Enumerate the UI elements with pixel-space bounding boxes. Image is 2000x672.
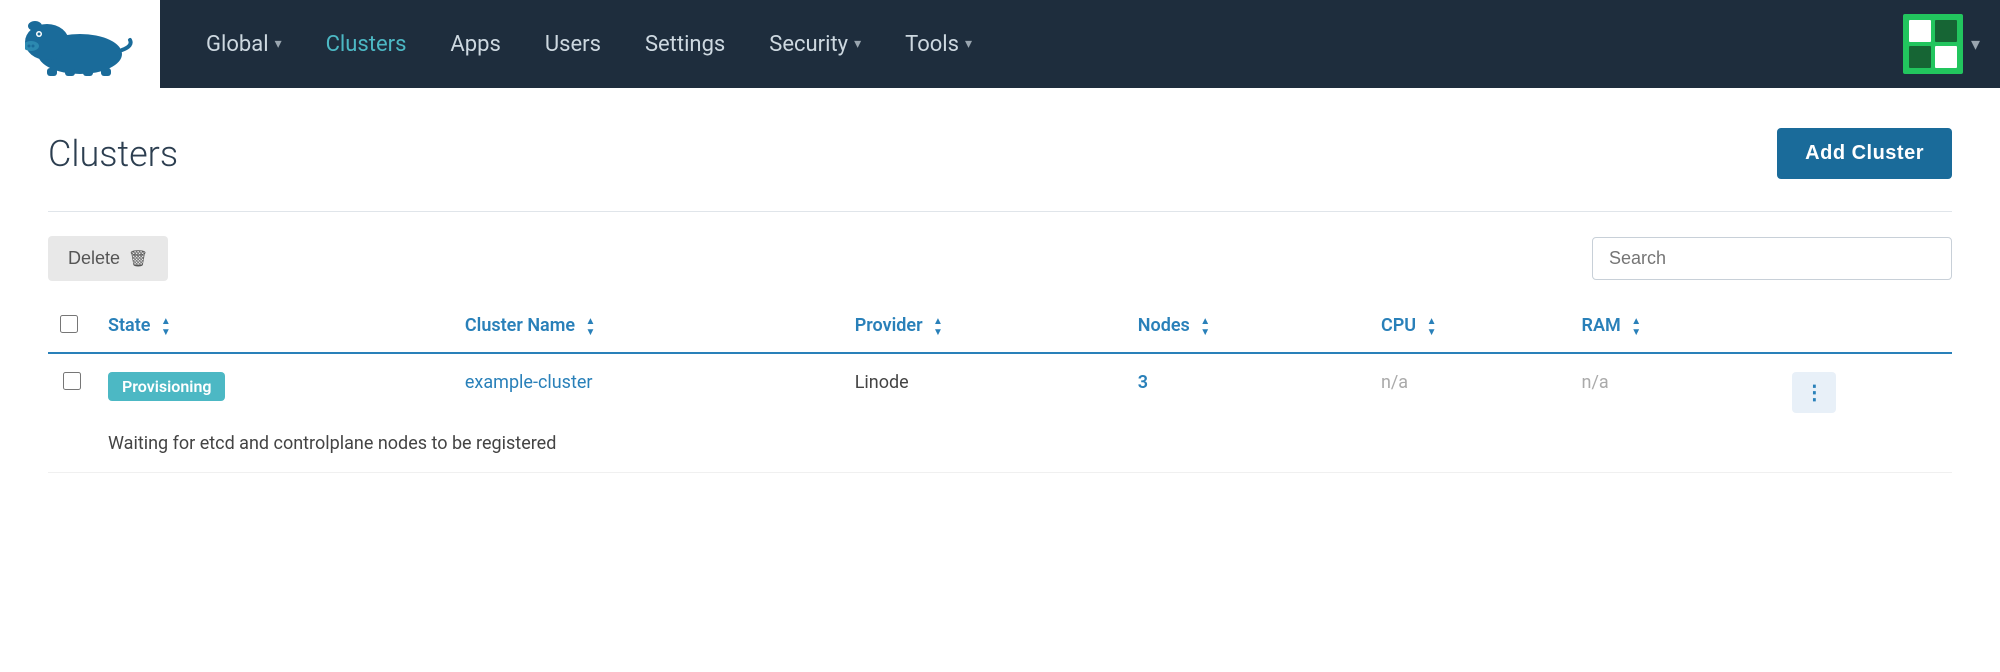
search-input[interactable] (1592, 237, 1952, 280)
nav-right: ▾ (1903, 14, 2000, 74)
global-chevron-icon: ▾ (275, 36, 282, 52)
nav-item-settings[interactable]: Settings (623, 0, 747, 88)
row-nodes-cell: 3 (1126, 353, 1369, 431)
col-header-cpu[interactable]: CPU ▲▼ (1369, 301, 1570, 353)
cluster-name-sort-icon: ▲▼ (586, 316, 596, 338)
col-header-ram[interactable]: RAM ▲▼ (1570, 301, 1781, 353)
security-chevron-icon: ▾ (854, 36, 861, 52)
ram-sort-icon: ▲▼ (1631, 316, 1641, 338)
trash-icon: 🗑 (128, 249, 148, 269)
nav-item-apps[interactable]: Apps (428, 0, 522, 88)
state-sort-icon: ▲▼ (161, 316, 171, 338)
table-row-message: Waiting for etcd and controlplane nodes … (48, 431, 1952, 473)
row-state-cell: Provisioning (96, 353, 453, 431)
status-badge: Provisioning (108, 372, 225, 401)
app-switcher-chevron-icon[interactable]: ▾ (1971, 34, 1980, 55)
row-cluster-name-cell: example-cluster (453, 353, 843, 431)
header-divider (48, 211, 1952, 212)
cluster-table: State ▲▼ Cluster Name ▲▼ Provider ▲▼ (48, 301, 1952, 473)
select-all-header[interactable] (48, 301, 96, 353)
row-action-button[interactable]: ⋮ (1792, 372, 1836, 413)
row-checkbox-cell[interactable] (48, 353, 96, 431)
col-header-provider[interactable]: Provider ▲▼ (843, 301, 1126, 353)
nodes-sort-icon: ▲▼ (1200, 316, 1210, 338)
page-title: Clusters (48, 133, 178, 175)
row-provider-cell: Linode (843, 353, 1126, 431)
toolbar: Delete 🗑 (48, 236, 1952, 281)
cluster-name-link[interactable]: example-cluster (465, 372, 593, 393)
nav-item-clusters[interactable]: Clusters (304, 0, 429, 88)
delete-button[interactable]: Delete 🗑 (48, 236, 168, 281)
main-nav: ® Global ▾ Clusters Apps Users Settings … (0, 0, 2000, 88)
main-content: Clusters Add Cluster Delete 🗑 State ▲▼ (0, 88, 2000, 513)
row-cpu-cell: n/a (1369, 353, 1570, 431)
add-cluster-button[interactable]: Add Cluster (1777, 128, 1952, 179)
nav-item-users[interactable]: Users (523, 0, 623, 88)
logo: ® (0, 0, 160, 88)
table-row: Provisioning example-cluster Linode 3 n/… (48, 353, 1952, 431)
row-ram-cell: n/a (1570, 353, 1781, 431)
row-action-cell: ⋮ (1780, 353, 1952, 431)
row-status-message: Waiting for etcd and controlplane nodes … (96, 431, 1952, 473)
col-header-state[interactable]: State ▲▼ (96, 301, 453, 353)
nav-links: Global ▾ Clusters Apps Users Settings Se… (160, 0, 1903, 88)
nav-item-security[interactable]: Security ▾ (747, 0, 883, 88)
tools-chevron-icon: ▾ (965, 36, 972, 52)
cpu-sort-icon: ▲▼ (1427, 316, 1437, 338)
col-header-cluster-name[interactable]: Cluster Name ▲▼ (453, 301, 843, 353)
col-header-nodes[interactable]: Nodes ▲▼ (1126, 301, 1369, 353)
nav-item-tools[interactable]: Tools ▾ (883, 0, 994, 88)
svg-text:®: ® (117, 25, 123, 34)
provider-sort-icon: ▲▼ (933, 316, 943, 338)
row-checkbox[interactable] (63, 372, 81, 390)
nav-item-global[interactable]: Global ▾ (184, 0, 304, 88)
page-header: Clusters Add Cluster (48, 128, 1952, 179)
app-switcher-icon[interactable] (1903, 14, 1963, 74)
select-all-checkbox[interactable] (60, 315, 78, 333)
col-header-actions (1780, 301, 1952, 353)
